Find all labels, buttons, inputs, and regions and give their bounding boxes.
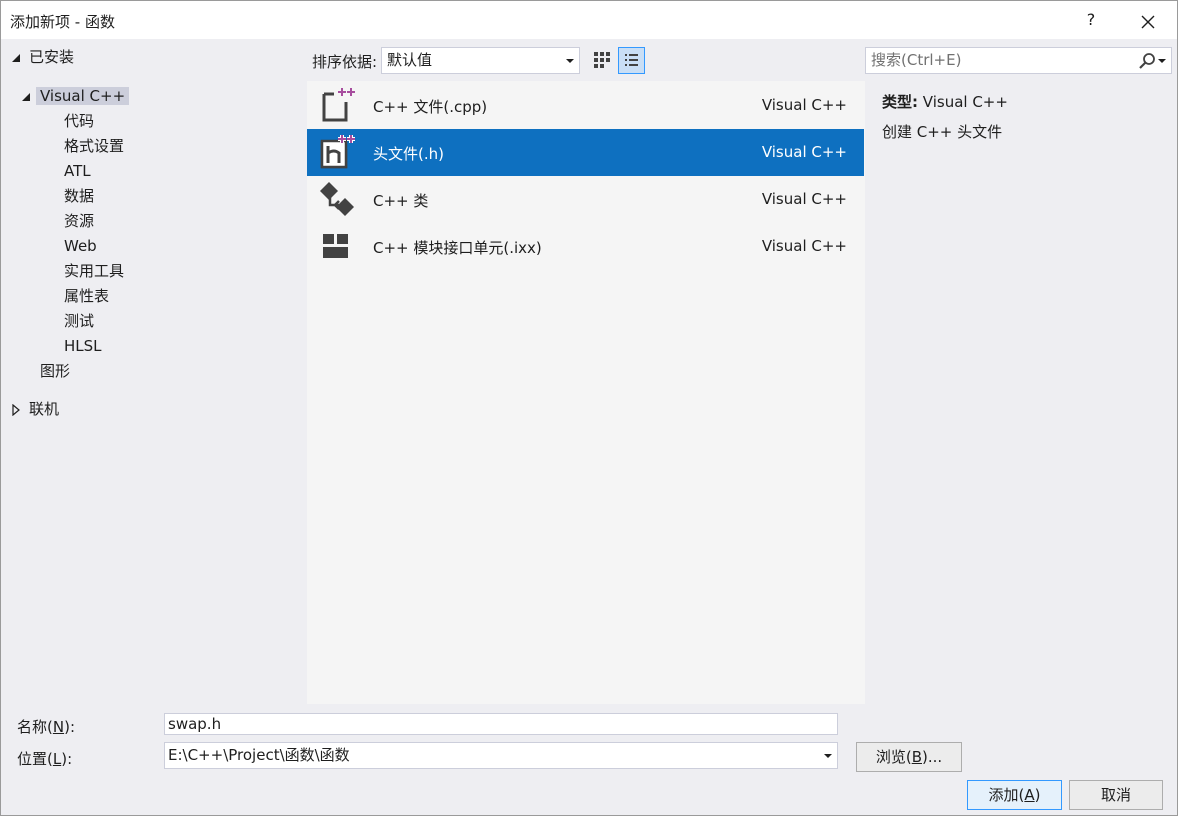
tree-item-code[interactable]: 代码 — [64, 109, 94, 133]
tree-item-resource[interactable]: 资源 — [64, 209, 94, 233]
add-new-item-dialog: 添加新项 - 函数 ? 已安装 Visual C++ 代码 格式设置 ATL 数… — [0, 0, 1178, 816]
list-view-icon — [625, 54, 638, 66]
chevron-down-icon — [566, 59, 574, 63]
name-label: 名称(N): — [17, 718, 75, 736]
template-item-name: 头文件(.h) — [373, 145, 444, 163]
template-type-value: Visual C++ — [922, 93, 1008, 111]
help-button[interactable]: ? — [1063, 1, 1119, 39]
template-type-label: 类型: — [882, 93, 918, 111]
list-view-button[interactable] — [618, 47, 645, 74]
cancel-button[interactable]: 取消 — [1069, 780, 1163, 810]
chevron-down-icon — [824, 754, 832, 758]
grid-view-button[interactable] — [589, 47, 615, 73]
tree-item-web[interactable]: Web — [64, 234, 97, 258]
tree-item-online[interactable]: 联机 — [11, 397, 59, 421]
tree-item-label: 联机 — [29, 400, 60, 418]
sort-by-dropdown[interactable]: 默认值 — [381, 47, 580, 74]
template-list: C++ 文件(.cpp) Visual C++ 头文件(.h) Visual C… — [307, 81, 865, 704]
template-item-name: C++ 类 — [373, 192, 429, 210]
template-description: 创建 C++ 头文件 — [882, 123, 1003, 141]
collapsed-triangle-icon — [12, 403, 20, 416]
tree-item-formatting[interactable]: 格式设置 — [64, 134, 124, 158]
template-item-header-file[interactable]: 头文件(.h) Visual C++ — [307, 129, 864, 176]
template-item-cpp-class[interactable]: C++ 类 Visual C++ — [307, 176, 864, 223]
template-item-type: Visual C++ — [761, 190, 847, 208]
location-value: E:\C++\Project\函数\函数 — [168, 746, 350, 764]
template-item-name: C++ 模块接口单元(.ixx) — [373, 239, 542, 257]
tree-item-label: Visual C++ — [36, 87, 130, 105]
chevron-down-icon[interactable] — [1158, 59, 1166, 63]
tree-item-utility[interactable]: 实用工具 — [64, 259, 124, 283]
template-item-type: Visual C++ — [761, 143, 847, 161]
expanded-triangle-icon — [22, 92, 30, 101]
tree-item-hlsl[interactable]: HLSL — [64, 334, 102, 358]
add-button[interactable]: 添加(A) — [967, 780, 1062, 810]
template-type-info: 类型: Visual C++ — [882, 91, 1008, 112]
template-item-type: Visual C++ — [761, 237, 847, 255]
search-input[interactable] — [871, 51, 1121, 69]
title-bar: 添加新项 - 函数 ? — [1, 1, 1177, 39]
tree-item-atl[interactable]: ATL — [64, 159, 91, 183]
tree-item-data[interactable]: 数据 — [64, 184, 94, 208]
cpp-class-icon — [320, 182, 354, 216]
template-item-module-interface[interactable]: C++ 模块接口单元(.ixx) Visual C++ — [307, 223, 864, 270]
search-box — [865, 47, 1172, 74]
sort-by-value: 默认值 — [387, 51, 433, 69]
location-dropdown[interactable]: E:\C++\Project\函数\函数 — [164, 742, 838, 769]
tree-item-property-sheets[interactable]: 属性表 — [64, 284, 109, 308]
module-interface-icon — [323, 234, 348, 258]
browse-button[interactable]: 浏览(B)... — [856, 742, 962, 772]
tree-item-label: 已安装 — [29, 48, 75, 66]
grid-view-icon — [594, 52, 610, 68]
template-category-tree: 已安装 Visual C++ 代码 格式设置 ATL 数据 资源 Web 实用工… — [1, 39, 307, 704]
cpp-file-icon — [322, 88, 355, 122]
search-icon[interactable] — [1138, 52, 1156, 70]
close-icon — [1141, 15, 1155, 28]
tree-item-installed[interactable]: 已安装 — [11, 45, 74, 69]
template-item-name: C++ 文件(.cpp) — [373, 98, 488, 116]
name-input[interactable] — [164, 713, 838, 735]
expanded-triangle-icon — [12, 53, 20, 62]
location-label: 位置(L): — [17, 750, 73, 768]
sort-by-label: 排序依据: — [312, 53, 378, 71]
tree-item-test[interactable]: 测试 — [64, 309, 94, 333]
template-item-type: Visual C++ — [761, 96, 847, 114]
dialog-title: 添加新项 - 函数 — [10, 13, 115, 31]
tree-item-graphics[interactable]: 图形 — [40, 359, 70, 383]
header-file-icon — [320, 135, 355, 169]
close-button[interactable] — [1119, 1, 1177, 39]
tree-item-visual-cpp[interactable]: Visual C++ — [21, 84, 130, 108]
template-item-cpp-file[interactable]: C++ 文件(.cpp) Visual C++ — [307, 82, 864, 129]
